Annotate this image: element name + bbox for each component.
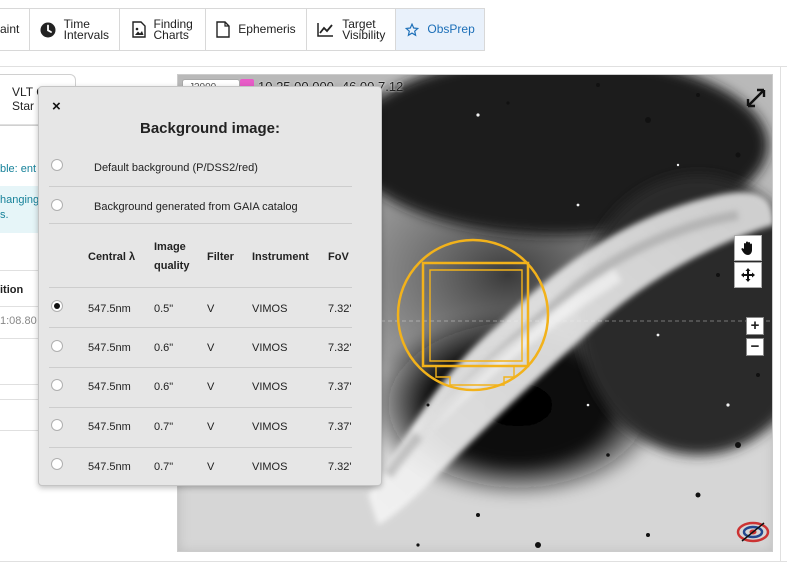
tab-constraint[interactable]: aint xyxy=(0,9,30,50)
row-radio[interactable] xyxy=(51,340,63,352)
cell-quality: 0.7" xyxy=(154,421,174,433)
cell-quality: 0.5" xyxy=(154,303,174,315)
tab-bar: aint Time Intervals Finding Charts Ephem… xyxy=(0,8,485,51)
image-file-icon xyxy=(131,21,146,38)
tab-label: Target Visibility xyxy=(342,16,386,42)
tab-ephemeris[interactable]: Ephemeris xyxy=(206,9,308,50)
divider xyxy=(0,561,787,562)
fullscreen-icon[interactable] xyxy=(745,87,767,109)
gaia-background-radio[interactable] xyxy=(51,199,63,211)
close-button[interactable]: × xyxy=(52,98,61,115)
cell-filter: V xyxy=(207,421,215,433)
info-text: hanging s. xyxy=(0,194,40,221)
cell-lambda: 547.5nm xyxy=(88,342,131,354)
default-background-label[interactable]: Default background (P/DSS2/red) xyxy=(94,162,258,174)
cell-lambda: 547.5nm xyxy=(88,461,131,473)
row-radio[interactable] xyxy=(51,379,63,391)
popup-title: Background image: xyxy=(139,120,281,137)
table-row[interactable]: 547.5nm 0.7" V VIMOS 7.37' xyxy=(39,408,354,447)
cell-filter: V xyxy=(207,461,215,473)
tab-label: ObsPrep xyxy=(427,22,475,36)
cell-quality: 0.6" xyxy=(154,342,174,354)
gaia-background-label[interactable]: Background generated from GAIA catalog xyxy=(94,201,298,213)
tab-label: Ephemeris xyxy=(238,22,296,36)
row-radio[interactable] xyxy=(51,300,63,312)
zoom-in-button[interactable]: + xyxy=(746,317,764,335)
col-filter: Filter xyxy=(207,251,234,263)
cell-quality: 0.6" xyxy=(154,381,174,393)
zoom-out-button[interactable]: − xyxy=(746,338,764,356)
cell-quality: 0.7" xyxy=(154,461,174,473)
content-frame-top xyxy=(0,66,787,67)
separator xyxy=(49,186,352,187)
cell-fov: 7.32' xyxy=(328,342,352,354)
position-header: ition xyxy=(0,284,24,296)
col-instrument: Instrument xyxy=(252,251,309,263)
frame-right xyxy=(780,66,781,561)
tab-obsprep[interactable]: ObsPrep xyxy=(396,9,484,50)
tab-time-intervals[interactable]: Time Intervals xyxy=(30,9,120,50)
table-row[interactable]: 547.5nm 0.5" V VIMOS 7.32' xyxy=(39,288,354,327)
col-fov: FoV xyxy=(328,251,349,263)
tab-label: Finding Charts xyxy=(153,16,193,42)
cell-lambda: 547.5nm xyxy=(88,381,131,393)
cell-instrument: VIMOS xyxy=(252,461,288,473)
cell-fov: 7.32' xyxy=(328,303,352,315)
cell-fov: 7.37' xyxy=(328,421,352,433)
default-background-radio[interactable] xyxy=(51,159,63,171)
move-icon xyxy=(741,268,755,282)
hand-icon xyxy=(741,241,752,255)
col-central-lambda: Central λ xyxy=(88,251,136,263)
star-icon xyxy=(405,22,420,36)
tab-finding-charts[interactable]: Finding Charts xyxy=(120,9,206,50)
cell-filter: V xyxy=(207,303,215,315)
file-icon xyxy=(216,21,230,38)
table-row[interactable]: 547.5nm 0.6" V VIMOS 7.32' xyxy=(39,328,354,367)
background-image-popup: × Background image: Default background (… xyxy=(38,86,382,486)
cell-instrument: VIMOS xyxy=(252,381,288,393)
cell-fov: 7.37' xyxy=(328,381,352,393)
hint-text: ble: ent xyxy=(0,163,37,175)
cell-filter: V xyxy=(207,342,215,354)
table-row[interactable]: 547.5nm 0.7" V VIMOS 7.32' xyxy=(39,448,354,484)
move-tool-button[interactable] xyxy=(734,262,762,288)
row-radio[interactable] xyxy=(51,419,63,431)
separator xyxy=(49,223,352,224)
table-row[interactable]: 547.5nm 0.6" V VIMOS 7.37' xyxy=(39,368,354,407)
cell-instrument: VIMOS xyxy=(252,421,288,433)
cell-instrument: VIMOS xyxy=(252,303,288,315)
clock-icon xyxy=(40,22,56,37)
position-value: 1:08.80 xyxy=(0,315,37,327)
cell-fov: 7.32' xyxy=(328,461,352,473)
cell-filter: V xyxy=(207,381,215,393)
cell-instrument: VIMOS xyxy=(252,342,288,354)
pan-tool-button[interactable] xyxy=(734,235,762,261)
col-image-quality: Image quality xyxy=(154,241,190,272)
row-radio[interactable] xyxy=(51,458,63,470)
tab-label: aint xyxy=(0,22,20,36)
cell-lambda: 547.5nm xyxy=(88,303,131,315)
tab-target-visibility[interactable]: Target Visibility xyxy=(307,9,397,50)
cell-lambda: 547.5nm xyxy=(88,421,131,433)
aladin-logo[interactable] xyxy=(736,519,770,545)
tab-label: Time Intervals xyxy=(63,16,110,42)
line-chart-icon xyxy=(317,23,334,37)
